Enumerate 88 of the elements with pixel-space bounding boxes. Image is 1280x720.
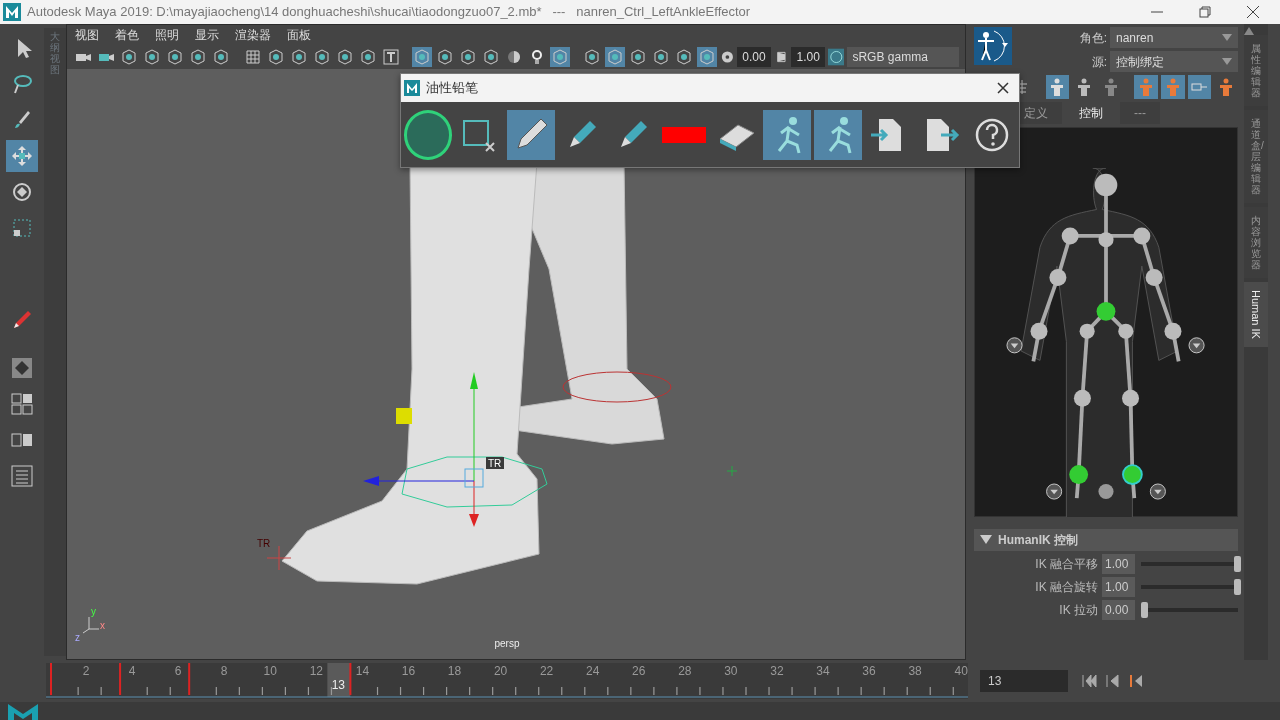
grid-icon	[246, 50, 260, 64]
slider-label: IK 融合平移	[1034, 556, 1099, 573]
character-label: 角色:	[1079, 29, 1107, 47]
ankle-control-ring[interactable]	[562, 371, 672, 403]
frame-number: 28	[678, 664, 692, 678]
close-icon[interactable]	[1245, 4, 1261, 20]
exposure-field[interactable]: 0.00	[737, 47, 771, 67]
slider-thumb[interactable]	[1234, 556, 1242, 572]
frame-number: 16	[401, 664, 416, 678]
frame-number: 32	[770, 664, 784, 678]
crosshair-icon	[726, 465, 738, 477]
slider-label: IK 融合旋转	[1034, 579, 1099, 596]
restore-icon[interactable]	[1197, 4, 1213, 20]
running-figure-button[interactable]	[762, 109, 812, 160]
frame-number: 18	[447, 664, 462, 678]
section-header[interactable]: HumanIK 控制	[974, 529, 1238, 551]
axis-indicator-drawing: y x z	[75, 606, 105, 643]
camera-icon	[76, 54, 91, 61]
keyframe-marker[interactable]	[119, 663, 122, 695]
maya-logo-icon	[404, 80, 420, 96]
frame-number: 14	[355, 664, 370, 678]
keyframe-marker[interactable]	[50, 663, 52, 695]
text-icon	[383, 49, 399, 65]
close-icon	[996, 81, 1010, 95]
frame-number: 8	[220, 664, 228, 678]
menu-item[interactable]: 着色	[107, 26, 147, 44]
frame-number: 22	[539, 664, 554, 678]
camera-label: persp	[494, 638, 520, 649]
pencil-button[interactable]	[506, 109, 555, 160]
frame-number: 26	[632, 664, 646, 678]
text-button[interactable]	[380, 47, 401, 67]
handle-label: TR	[488, 458, 502, 469]
crosshair-icon	[266, 545, 292, 571]
menu-item[interactable]: 显示	[187, 26, 227, 44]
frame-number: 24	[586, 664, 600, 678]
current-frame-marker[interactable]	[327, 663, 351, 697]
handle-label: TR	[257, 538, 271, 549]
color-management-toggle-icon[interactable]	[827, 48, 845, 66]
menu-item[interactable]: 面板	[279, 26, 319, 44]
menu-item[interactable]: 渲染器	[227, 26, 279, 44]
color-space-field[interactable]: sRGB gamma	[847, 47, 959, 67]
dropdown-arrow-icon	[1222, 57, 1232, 66]
pivot-marker[interactable]	[396, 408, 412, 424]
character-dropdown[interactable]: nanren	[1110, 27, 1238, 48]
running-figure-button[interactable]	[814, 109, 863, 160]
frame-number: 10	[263, 664, 277, 678]
value-field[interactable]: 1.00	[1102, 577, 1136, 597]
frame-number: 4	[128, 664, 136, 678]
slider-label: IK 拉动	[1058, 602, 1099, 619]
light-bulb-icon	[532, 50, 543, 64]
current-frame-label: 13	[331, 678, 346, 692]
value-field[interactable]: 0.00	[1102, 600, 1136, 620]
frame-number: 38	[908, 664, 922, 678]
frame-number: 30	[724, 664, 738, 678]
close-button[interactable]	[996, 81, 1010, 95]
menu-item[interactable]: 照明	[147, 26, 187, 44]
keyframe-marker[interactable]	[188, 663, 191, 695]
keyframe-marker[interactable]	[349, 663, 352, 695]
menu-item[interactable]: 视图	[67, 26, 107, 44]
frame-number: 12	[309, 664, 323, 678]
maya-logo-icon	[3, 3, 21, 21]
dropdown-arrow-icon	[1222, 33, 1232, 42]
panel-tab[interactable]: ---	[1120, 102, 1160, 124]
window-title: Autodesk Maya 2019: D:\mayajiaocheng\14 donghuacheshi\shucai\tiaodongzuo07_2.mb* --- nanren_Ctrl_LeftAnkleEffector	[27, 3, 752, 22]
move-manipulator-drawing[interactable]	[363, 372, 484, 527]
frame-number: 34	[816, 664, 830, 678]
value-field[interactable]: 1.00	[1102, 554, 1136, 574]
source-label: 源:	[1091, 53, 1107, 71]
current-frame-field[interactable]: 13	[980, 670, 1068, 692]
dialog-title: 油性铅笔	[426, 79, 479, 98]
frame-number: 20	[493, 664, 508, 678]
gamma-field[interactable]: 1.00	[791, 47, 825, 67]
camera-lock-icon	[99, 54, 114, 61]
frame-number: 40	[954, 664, 968, 678]
humanik-menu-icon[interactable]	[974, 27, 1012, 65]
slider-thumb[interactable]	[1141, 602, 1149, 618]
frame-number: 2	[82, 664, 90, 678]
texture-sphere-icon	[508, 51, 521, 63]
frame-number: 36	[862, 664, 876, 678]
maya-logo-icon	[6, 702, 40, 720]
ankle-effector-ring[interactable]	[401, 456, 548, 508]
slider-thumb[interactable]	[1234, 579, 1242, 595]
frame-number: 6	[174, 664, 182, 678]
source-dropdown[interactable]: 控制绑定	[1110, 51, 1238, 72]
side-tab[interactable]: Human IK	[1244, 282, 1268, 347]
color-swatch-icon	[662, 126, 707, 143]
time-slider-track[interactable]	[46, 663, 968, 699]
aperture-icon	[719, 49, 735, 65]
